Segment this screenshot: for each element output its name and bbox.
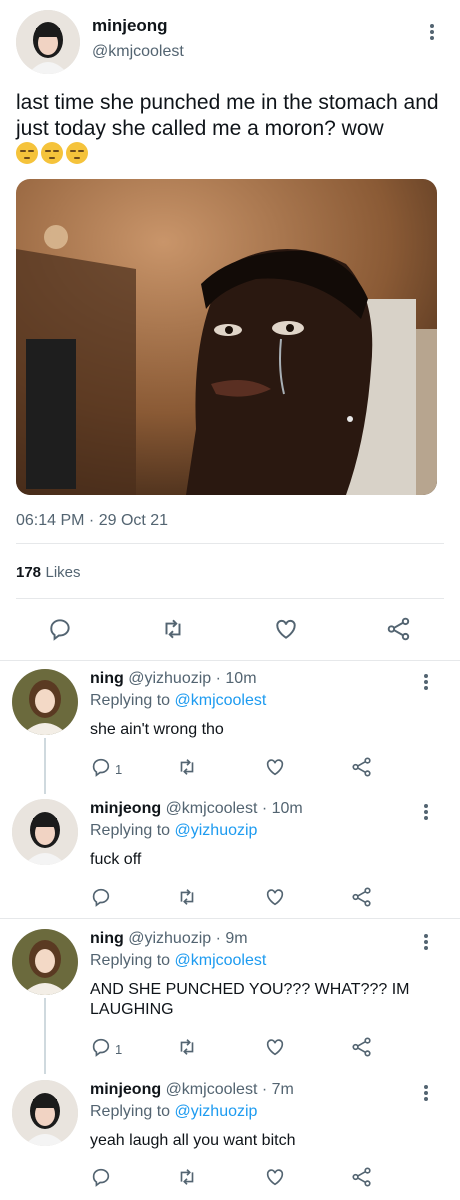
reply-text: yeah laugh all you want bitch [90, 1132, 296, 1149]
reply-author-name[interactable]: minjeong [90, 1081, 161, 1098]
pensive-face-icon [16, 142, 38, 164]
reply-author-handle[interactable]: @kmjcoolest [166, 800, 258, 817]
replying-label: Replying to [90, 952, 171, 969]
more-options-icon[interactable] [424, 802, 430, 822]
replying-label: Replying to [90, 1103, 171, 1120]
tweet-timestamp[interactable]: 06:14 PM · 29 Oct 21 [16, 512, 168, 530]
reply-header: ning @yizhuozip · 9m [90, 930, 248, 947]
replying-to-link[interactable]: @kmjcoolest [175, 692, 267, 709]
share-icon[interactable] [351, 1166, 373, 1188]
reply-text: she ain't wrong tho [90, 721, 224, 738]
likes-label: Likes [45, 564, 81, 581]
divider [0, 660, 460, 661]
share-icon[interactable] [351, 886, 373, 908]
reply-author-handle[interactable]: @yizhuozip [128, 670, 211, 687]
reply-header: ning @yizhuozip · 10m [90, 670, 257, 687]
more-options-icon[interactable] [430, 22, 436, 42]
reply-icon[interactable] [90, 1166, 112, 1188]
reply-text: fuck off [90, 851, 142, 868]
thread-line [44, 998, 46, 1074]
replying-to-link[interactable]: @yizhuozip [175, 822, 258, 839]
divider [16, 598, 444, 599]
divider [0, 918, 460, 919]
reply-time[interactable]: 10m [272, 800, 303, 817]
replying-to: Replying to @yizhuozip [90, 822, 257, 840]
tweet-time: 06:14 PM [16, 512, 85, 529]
more-options-icon[interactable] [424, 672, 430, 692]
avatar-ning[interactable] [12, 669, 78, 735]
reply-author-handle[interactable]: @kmjcoolest [166, 1081, 258, 1098]
replying-label: Replying to [90, 822, 171, 839]
reply-author-name[interactable]: minjeong [90, 800, 161, 817]
reply-icon[interactable] [90, 886, 112, 908]
avatar-image [16, 10, 80, 74]
tweet-photo[interactable] [16, 179, 437, 495]
like-icon[interactable] [264, 1166, 286, 1188]
reply-header: minjeong @kmjcoolest · 7m [90, 1081, 294, 1098]
author-name[interactable]: minjeong [92, 16, 168, 36]
retweet-icon[interactable] [176, 1166, 198, 1188]
retweet-icon[interactable] [160, 616, 186, 642]
like-icon[interactable] [264, 886, 286, 908]
tweet-text-block: last time she punched me in the stomach … [16, 90, 446, 168]
reply-author-name[interactable]: ning [90, 670, 124, 687]
share-icon[interactable] [351, 756, 373, 778]
replying-to: Replying to @yizhuozip [90, 1103, 257, 1121]
replying-label: Replying to [90, 692, 171, 709]
reply-header: minjeong @kmjcoolest · 10m [90, 800, 303, 817]
thread-line [44, 738, 46, 794]
tweet-date: 29 Oct 21 [98, 512, 169, 529]
reply-time[interactable]: 9m [225, 930, 247, 947]
more-options-icon[interactable] [424, 1083, 430, 1103]
like-icon[interactable] [264, 1036, 286, 1058]
avatar-minjeong[interactable] [12, 799, 78, 865]
reply-icon[interactable] [90, 756, 112, 778]
retweet-icon[interactable] [176, 886, 198, 908]
reply-text: AND SHE PUNCHED YOU??? WHAT??? IM LAUGHI… [90, 981, 410, 1018]
likes-count: 178 [16, 564, 42, 581]
pensive-face-icon [41, 142, 63, 164]
replying-to-link[interactable]: @yizhuozip [175, 1103, 258, 1120]
like-icon[interactable] [273, 616, 299, 642]
reply-time[interactable]: 7m [272, 1081, 294, 1098]
retweet-icon[interactable] [176, 1036, 198, 1058]
pensive-face-icon [66, 142, 88, 164]
reply-count: 1 [115, 1042, 123, 1057]
reply-author-handle[interactable]: @yizhuozip [128, 930, 211, 947]
replying-to-link[interactable]: @kmjcoolest [175, 952, 267, 969]
avatar-minjeong[interactable] [12, 1080, 78, 1146]
divider [16, 543, 444, 544]
reply-author-name[interactable]: ning [90, 930, 124, 947]
retweet-icon[interactable] [176, 756, 198, 778]
replying-to: Replying to @kmjcoolest [90, 692, 266, 710]
likes-stat[interactable]: 178 Likes [16, 564, 81, 582]
like-icon[interactable] [264, 756, 286, 778]
share-icon[interactable] [386, 616, 412, 642]
share-icon[interactable] [351, 1036, 373, 1058]
reply-icon[interactable] [90, 1036, 112, 1058]
avatar-ning[interactable] [12, 929, 78, 995]
replying-to: Replying to @kmjcoolest [90, 952, 266, 970]
reply-count: 1 [115, 762, 123, 777]
avatar-minjeong[interactable] [16, 10, 80, 74]
reply-time[interactable]: 10m [225, 670, 256, 687]
avatar-image [12, 799, 78, 865]
reply-icon[interactable] [47, 616, 73, 642]
more-options-icon[interactable] [424, 932, 430, 952]
avatar-image [12, 929, 78, 995]
avatar-image [12, 669, 78, 735]
author-handle[interactable]: @kmjcoolest [92, 43, 184, 61]
avatar-image [12, 1080, 78, 1146]
tweet-text: last time she punched me in the stomach … [16, 91, 439, 140]
crying-man-photo [16, 179, 437, 495]
